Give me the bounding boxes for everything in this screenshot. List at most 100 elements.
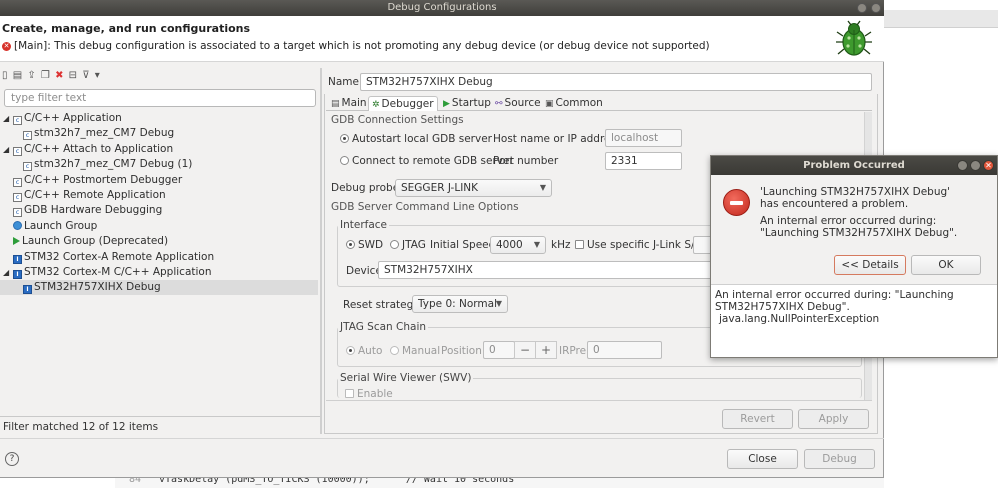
error-icon: ✕ xyxy=(2,42,11,51)
dialog-message-2: An internal error occurred during: "Laun… xyxy=(760,215,958,239)
autostart-label: Autostart local GDB server xyxy=(352,133,492,145)
tab-startup[interactable]: ▶ Startup xyxy=(440,96,494,110)
chevron-down-icon[interactable]: ◢ xyxy=(3,265,13,280)
header-title: Create, manage, and run configurations xyxy=(2,22,251,35)
auto-radio-dot xyxy=(346,346,355,355)
ok-button[interactable]: OK xyxy=(911,255,981,275)
irpre-field[interactable]: 0 xyxy=(587,341,662,359)
swv-enable-clip: Enable xyxy=(343,388,443,398)
position-increment-button[interactable]: + xyxy=(535,341,557,359)
minimize-icon[interactable] xyxy=(957,160,968,171)
close-button[interactable]: Close xyxy=(727,449,798,469)
tab-common[interactable]: ▣ Common xyxy=(542,96,606,110)
tree-category[interactable]: ◢ I STM32 Cortex-M C/C++ Application xyxy=(3,265,212,280)
debug-probe-select[interactable]: SEGGER J-LINK ▼ xyxy=(395,179,552,197)
tree-category[interactable]: Launch Group xyxy=(3,219,97,234)
ide-background-toolbar xyxy=(884,10,998,28)
tree-category[interactable]: Launch Group (Deprecated) xyxy=(3,234,168,249)
delete-icon[interactable]: ✖ xyxy=(55,70,64,81)
close-icon[interactable]: ✕ xyxy=(983,160,994,171)
left-separator xyxy=(0,416,322,417)
help-button[interactable]: ? xyxy=(5,452,19,466)
pane-splitter[interactable] xyxy=(320,68,322,434)
device-field[interactable]: STM32H757XIHX xyxy=(378,261,712,279)
config-toolbar: ▯ ▤ ⇪ ❐ ✖ ⊟ ⊽ ▾ xyxy=(2,70,112,84)
details-button[interactable]: << Details xyxy=(834,255,906,275)
tree-category[interactable]: c C/C++ Remote Application xyxy=(3,188,166,203)
swv-enable-checkbox[interactable]: Enable xyxy=(345,388,393,398)
jlink-sn-checkbox[interactable]: Use specific J-Link S/N xyxy=(575,239,702,251)
export-icon[interactable]: ⇪ xyxy=(27,70,36,81)
chevron-down-icon[interactable]: ◢ xyxy=(3,111,13,126)
tree-category[interactable]: I STM32 Cortex-A Remote Application xyxy=(3,250,214,265)
position-label: Position xyxy=(441,345,482,357)
chevron-down-icon[interactable]: ◢ xyxy=(3,142,13,157)
host-label: Host name or IP address xyxy=(493,133,622,145)
position-field[interactable]: 0 xyxy=(483,341,515,359)
reset-strategy-select[interactable]: Type 0: Normal ▼ xyxy=(412,295,508,313)
maximize-icon[interactable] xyxy=(970,160,981,171)
problem-occurred-dialog: Problem Occurred ✕ 'Launching STM32H757X… xyxy=(710,155,998,358)
host-field[interactable]: localhost xyxy=(605,129,682,147)
startup-tab-icon: ▶ xyxy=(443,99,450,109)
position-decrement-button[interactable]: − xyxy=(514,341,536,359)
ide-icon: I xyxy=(13,270,22,279)
filter-status: Filter matched 12 of 12 items xyxy=(3,421,159,433)
tree-item-label: stm32h7_mez_CM7 Debug (1) xyxy=(34,158,193,171)
new-config-icon[interactable]: ▯ xyxy=(2,70,9,81)
dialog-details-area[interactable]: An internal error occurred during: "Laun… xyxy=(711,284,997,357)
revert-button[interactable]: Revert xyxy=(722,409,793,429)
maximize-icon[interactable] xyxy=(871,3,881,13)
name-label: Name: xyxy=(328,76,363,88)
speed-value: 4000 xyxy=(496,239,523,251)
tab-main[interactable]: ▤ Main xyxy=(328,96,370,110)
speed-label: Initial Speed xyxy=(430,239,496,251)
tab-source[interactable]: ⚯ Source xyxy=(492,96,544,110)
auto-radio[interactable]: Auto xyxy=(346,345,382,357)
apply-button[interactable]: Apply xyxy=(798,409,869,429)
debug-probe-value: SEGGER J-LINK xyxy=(401,182,479,194)
tree-item-label: GDB Hardware Debugging xyxy=(24,204,163,217)
ide-icon: I xyxy=(13,254,22,264)
c-app-icon: c xyxy=(13,193,22,202)
collapse-all-icon[interactable]: ⊟ xyxy=(69,70,78,81)
filter-icon[interactable]: ⊽ xyxy=(82,70,90,81)
autostart-radio[interactable]: Autostart local GDB server xyxy=(340,133,492,145)
jtag-radio[interactable]: JTAG xyxy=(390,239,426,251)
main-tab-icon: ▤ xyxy=(331,99,340,109)
filter-input[interactable]: type filter text xyxy=(4,89,316,107)
manual-radio[interactable]: Manual xyxy=(390,345,440,357)
tree-item-label: C/C++ Remote Application xyxy=(24,189,166,201)
debug-button[interactable]: Debug xyxy=(804,449,875,469)
tree-config-item[interactable]: I STM32H757XIHX Debug xyxy=(0,280,318,296)
chevron-down-icon: ▼ xyxy=(533,240,540,249)
swd-radio[interactable]: SWD xyxy=(346,239,383,251)
tab-debugger[interactable]: ✲ Debugger xyxy=(368,96,438,111)
tree-category[interactable]: ◢ c C/C++ Application xyxy=(3,111,122,126)
duplicate-icon[interactable]: ❐ xyxy=(41,70,51,81)
new-prototype-icon[interactable]: ▤ xyxy=(13,70,23,81)
window-title: Debug Configurations xyxy=(387,2,497,13)
remote-radio[interactable]: Connect to remote GDB server xyxy=(340,155,514,167)
view-menu-icon[interactable]: ▾ xyxy=(95,70,101,81)
launch-group-deprecated-icon xyxy=(13,237,20,246)
speed-select[interactable]: 4000 ▼ xyxy=(490,236,546,254)
minimize-icon[interactable] xyxy=(857,3,867,13)
tree-category[interactable]: c C/C++ Postmortem Debugger xyxy=(3,173,182,188)
tree-category[interactable]: c GDB Hardware Debugging xyxy=(3,203,162,218)
interface-title: Interface xyxy=(338,219,390,231)
tree-config-item[interactable]: c stm32h7_mez_CM7 Debug (1) xyxy=(23,157,192,172)
tree-item-label: C/C++ Postmortem Debugger xyxy=(24,173,183,186)
swv-title: Serial Wire Viewer (SWV) xyxy=(338,372,474,384)
port-field[interactable]: 2331 xyxy=(605,152,682,170)
tree-category[interactable]: ◢ c C/C++ Attach to Application xyxy=(3,142,173,157)
launch-group-icon xyxy=(13,220,22,230)
irpre-label: IRPre xyxy=(559,345,587,357)
tree-config-item[interactable]: c stm32h7_mez_CM7 Debug xyxy=(23,126,174,141)
panel-bottom-divider xyxy=(326,400,872,401)
gdb-connection-title: GDB Connection Settings xyxy=(331,114,464,126)
config-name-field[interactable]: STM32H757XIHX Debug xyxy=(360,73,872,91)
auto-label: Auto xyxy=(358,345,383,357)
tree-item-label: Launch Group (Deprecated) xyxy=(22,235,169,248)
tree-item-label: C/C++ Application xyxy=(24,112,122,124)
